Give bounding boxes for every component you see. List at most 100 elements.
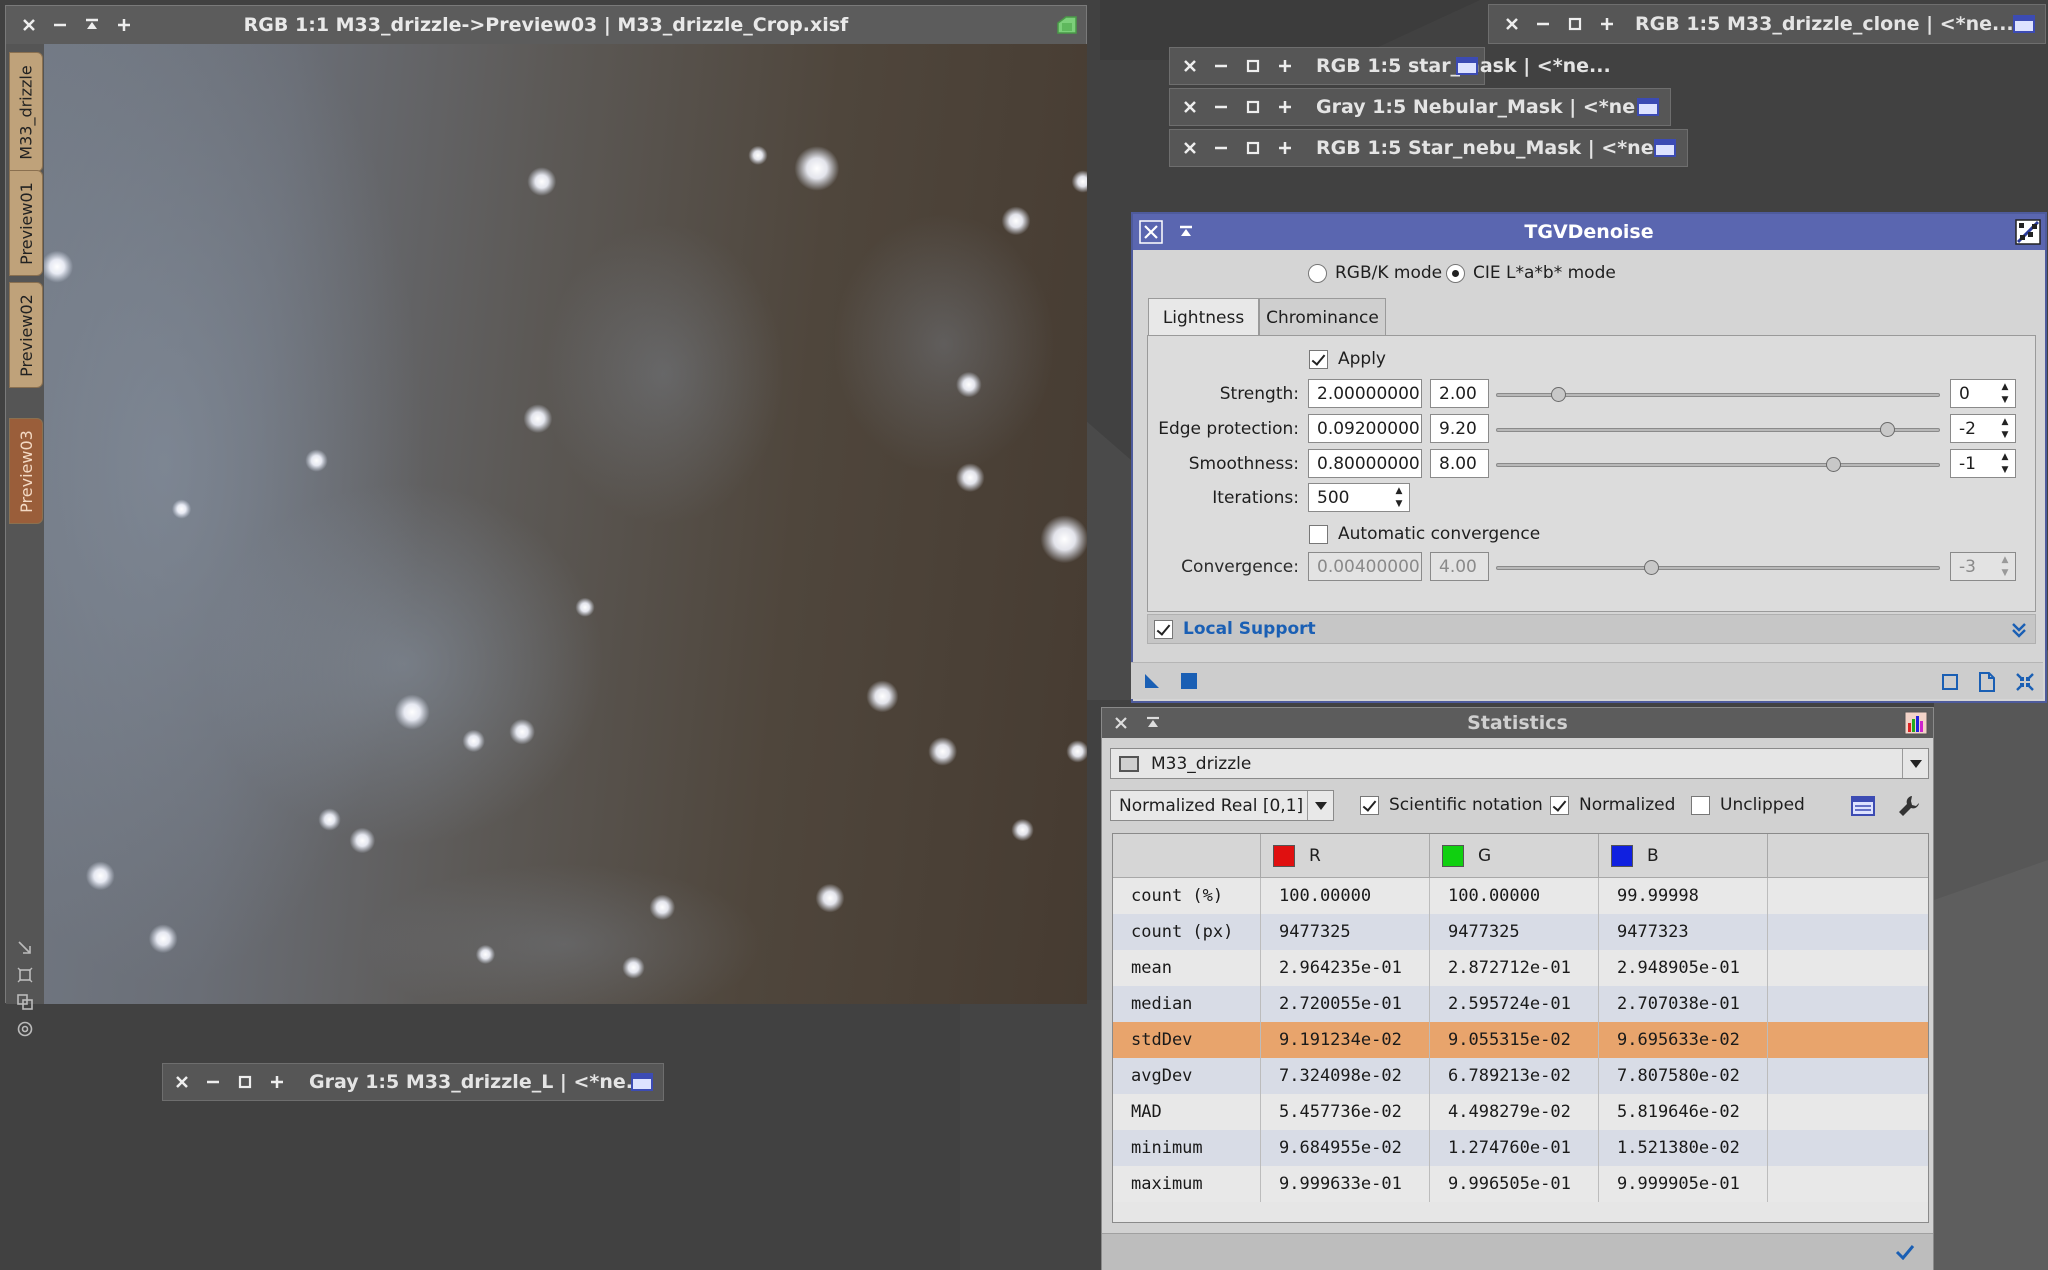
spin-arrows-icon[interactable]: ▲ ▼: [1997, 452, 2013, 475]
image-window-titlebar[interactable]: RGB 1:1 M33_drizzle->Preview03 | M33_dri…: [6, 6, 1086, 44]
expand-section-icon[interactable]: [2011, 621, 2027, 644]
table-view-icon[interactable]: [1851, 796, 1875, 821]
table-row[interactable]: avgDev 7.324098e-02 6.789213e-02 7.807580e-…: [1113, 1058, 1928, 1094]
minimize-icon[interactable]: [1206, 48, 1236, 84]
minimize-icon[interactable]: [1528, 5, 1558, 43]
tab-chrominance[interactable]: Chrominance: [1259, 298, 1386, 336]
new-instance-icon[interactable]: [1143, 672, 1161, 695]
slider-handle[interactable]: [1879, 422, 1895, 437]
maximize-icon[interactable]: [1592, 5, 1622, 43]
window-icon[interactable]: [1633, 89, 1663, 125]
scientific-notation-checkbox[interactable]: Scientific notation: [1360, 795, 1543, 815]
column-header-b[interactable]: B: [1599, 834, 1768, 878]
table-row[interactable]: count (px) 9477325 9477325 9477323: [1113, 914, 1928, 950]
table-row[interactable]: stdDev 9.191234e-02 9.055315e-02 9.695633e-…: [1113, 1022, 1928, 1058]
minimize-icon[interactable]: [1206, 130, 1236, 166]
maximize-icon[interactable]: [1270, 130, 1300, 166]
restore-icon[interactable]: [1238, 130, 1268, 166]
tgvdenoise-titlebar[interactable]: TGVDenoise: [1133, 214, 2045, 250]
statistics-window[interactable]: Statistics M33_drizzle Normalized Real […: [1101, 707, 1934, 1270]
maximize-icon[interactable]: [1270, 89, 1300, 125]
spin-arrows-icon[interactable]: ▲ ▼: [1391, 486, 1407, 509]
close-icon[interactable]: [167, 1064, 197, 1100]
edge-protection-slider[interactable]: [1496, 422, 1940, 437]
local-support-section[interactable]: Local Support: [1147, 614, 2036, 644]
strength-input[interactable]: 2.00000000: [1308, 379, 1422, 408]
strength-slider[interactable]: [1496, 387, 1940, 402]
close-icon[interactable]: [1175, 89, 1205, 125]
restore-icon[interactable]: [230, 1064, 260, 1100]
window-icon[interactable]: [1650, 130, 1680, 166]
target-icon[interactable]: [12, 1015, 38, 1042]
edge-protection-short-input[interactable]: 9.20: [1430, 414, 1489, 443]
documentation-icon[interactable]: [1978, 672, 1996, 697]
zoom-fit-icon[interactable]: [12, 934, 38, 961]
statistics-titlebar[interactable]: Statistics: [1102, 708, 1933, 738]
view-selector[interactable]: M33_drizzle: [1110, 748, 1929, 779]
restore-icon[interactable]: [1238, 48, 1268, 84]
chevron-down-icon[interactable]: [1307, 791, 1333, 820]
spin-arrows-icon[interactable]: ▲ ▼: [1997, 417, 2013, 440]
icon-window-drizzle-clone[interactable]: RGB 1:5 M33_drizzle_clone | <*ne...: [1488, 4, 2046, 44]
cielab-mode-radio[interactable]: CIE L*a*b* mode: [1446, 263, 1616, 283]
strength-short-input[interactable]: 2.00: [1430, 379, 1489, 408]
smoothness-slider[interactable]: [1496, 457, 1940, 472]
view-tab-preview03[interactable]: Preview03: [9, 418, 43, 524]
minimize-icon[interactable]: [1206, 89, 1236, 125]
table-row[interactable]: minimum 9.684955e-02 1.274760e-01 1.521380e…: [1113, 1130, 1928, 1166]
minimize-icon[interactable]: [198, 1064, 228, 1100]
edge-protection-input[interactable]: 0.09200000: [1308, 414, 1422, 443]
smoothness-short-input[interactable]: 8.00: [1430, 449, 1489, 478]
spin-arrows-icon[interactable]: ▲ ▼: [1997, 382, 2013, 405]
close-icon[interactable]: [1175, 130, 1205, 166]
checkmark-icon[interactable]: [1895, 1244, 1915, 1265]
view-tab-preview01[interactable]: Preview01: [9, 170, 43, 276]
iterations-spinner[interactable]: 500 ▲ ▼: [1308, 483, 1410, 512]
wrench-icon[interactable]: [1897, 794, 1921, 823]
window-icon[interactable]: [2009, 5, 2039, 43]
process-icon[interactable]: [2013, 214, 2043, 250]
icon-window-star-mask[interactable]: RGB 1:5 star_mask | <*ne...: [1169, 47, 1611, 85]
window-icon[interactable]: [1452, 48, 1482, 84]
restore-icon[interactable]: [1560, 5, 1590, 43]
apply-global-icon[interactable]: [1181, 673, 1197, 694]
icon-window-drizzle-l[interactable]: Gray 1:5 M33_drizzle_L | <*ne...: [162, 1063, 664, 1101]
table-row[interactable]: MAD 5.457736e-02 4.498279e-02 5.819646e-02: [1113, 1094, 1928, 1130]
maximize-icon[interactable]: [1270, 48, 1300, 84]
zoom-region-icon[interactable]: [12, 961, 38, 988]
mask-indicator-icon[interactable]: [1052, 6, 1082, 44]
edge-protection-exponent-spinner[interactable]: -2 ▲ ▼: [1950, 414, 2016, 443]
icon-window-star-nebu-mask[interactable]: RGB 1:5 Star_nebu_Mask | <*ne...: [1169, 129, 1688, 167]
close-icon[interactable]: [1497, 5, 1527, 43]
table-row[interactable]: median 2.720055e-01 2.595724e-01 2.707038e-…: [1113, 986, 1928, 1022]
column-header-r[interactable]: R: [1261, 834, 1430, 878]
view-tab-m33-drizzle[interactable]: M33_drizzle: [9, 52, 43, 172]
apply-checkbox[interactable]: Apply: [1309, 349, 1386, 369]
statistics-process-icon[interactable]: [1901, 708, 1931, 738]
image-canvas[interactable]: [44, 44, 1087, 1004]
window-icon[interactable]: [627, 1064, 657, 1100]
clone-view-icon[interactable]: [12, 988, 38, 1015]
column-header-g[interactable]: G: [1430, 834, 1599, 878]
icon-window-nebular-mask[interactable]: Gray 1:5 Nebular_Mask | <*ne...: [1169, 88, 1671, 126]
rgbk-mode-radio[interactable]: RGB/K mode: [1308, 263, 1442, 283]
table-row[interactable]: count (%) 100.00000 100.00000 99.99998: [1113, 878, 1928, 914]
tab-lightness[interactable]: Lightness: [1148, 298, 1259, 336]
range-selector[interactable]: Normalized Real [0,1]: [1110, 790, 1334, 821]
view-tab-preview02[interactable]: Preview02: [9, 282, 43, 388]
smoothness-input[interactable]: 0.80000000: [1308, 449, 1422, 478]
restore-icon[interactable]: [1238, 89, 1268, 125]
strength-exponent-spinner[interactable]: 0 ▲ ▼: [1950, 379, 2016, 408]
reset-icon[interactable]: [2015, 672, 2035, 697]
smoothness-exponent-spinner[interactable]: -1 ▲ ▼: [1950, 449, 2016, 478]
close-icon[interactable]: [1175, 48, 1205, 84]
image-window[interactable]: RGB 1:1 M33_drizzle->Preview03 | M33_dri…: [5, 5, 1087, 1036]
table-row[interactable]: mean 2.964235e-01 2.872712e-01 2.948905e-01: [1113, 950, 1928, 986]
normalized-checkbox[interactable]: Normalized: [1550, 795, 1675, 815]
unclipped-checkbox[interactable]: Unclipped: [1691, 795, 1805, 815]
local-support-checkbox[interactable]: Local Support: [1154, 619, 1316, 639]
preview-icon[interactable]: [1941, 673, 1959, 696]
table-row[interactable]: maximum 9.999633e-01 9.996505e-01 9.999905e…: [1113, 1166, 1928, 1202]
chevron-down-icon[interactable]: [1902, 749, 1928, 778]
automatic-convergence-checkbox[interactable]: Automatic convergence: [1309, 524, 1540, 544]
